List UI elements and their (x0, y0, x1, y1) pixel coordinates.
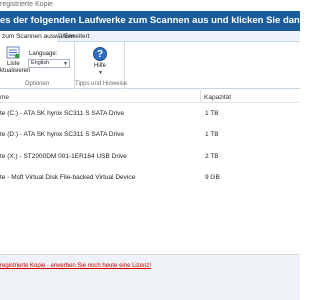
chevron-down-icon: ▼ (98, 70, 103, 76)
language-select[interactable]: English ▼ (28, 59, 70, 68)
column-header-name[interactable]: me (0, 94, 9, 101)
ribbon-panel: Liste ktualisieren Language: English ▼ O… (0, 42, 300, 89)
table-header: me Kapazität (0, 90, 300, 103)
help-label: Hilfe (94, 63, 107, 69)
refresh-list-button[interactable]: Liste ktualisieren (0, 46, 30, 80)
options-group: Liste ktualisieren Language: English ▼ O… (0, 42, 75, 89)
language-label: Language: (29, 51, 58, 57)
footer-bar: registrierte Kopie - erwerben Sie noch h… (0, 255, 300, 300)
drive-capacity: 1 TB (205, 131, 219, 138)
drive-table: me Kapazität te (C:) - ATA SK hynix SC31… (0, 90, 300, 254)
drive-name: te (C:) - ATA SK hynix SC311 S SATA Driv… (0, 110, 125, 117)
drive-name: te (D:) - ATA SK hynix SC311 S SATA Driv… (0, 131, 125, 138)
drive-capacity: 2 TB (205, 153, 219, 160)
window-title: registrierte Kopie (0, 1, 53, 8)
title-bar: registrierte Kopie (0, 0, 300, 11)
table-row[interactable]: te (X:) - ST2000DM 001-1ER164 USB Drive … (0, 147, 300, 167)
drive-capacity: 1 TB (205, 110, 219, 117)
app-window: registrierte Kopie es der folgenden Lauf… (0, 0, 300, 300)
tab-select-to-scan[interactable]: zum Scannen auswählen (0, 31, 75, 42)
refresh-list-label-line1: Liste (7, 61, 20, 67)
drive-name: te (X:) - ST2000DM 001-1ER164 USB Drive (0, 153, 127, 160)
tab-advanced[interactable]: Erweitert (64, 31, 90, 42)
table-row[interactable]: te - Msft Virtual Disk File-backed Virtu… (0, 168, 300, 188)
refresh-list-label-line2: ktualisieren (0, 68, 31, 74)
column-separator (200, 90, 201, 103)
help-button[interactable]: ? Hilfe ▼ (89, 47, 111, 79)
table-row[interactable]: te (D:) - ATA SK hynix SC311 S SATA Driv… (0, 125, 300, 145)
language-select-value: English (31, 60, 50, 66)
drive-name: te - Msft Virtual Disk File-backed Virtu… (0, 174, 136, 181)
column-header-capacity[interactable]: Kapazität (204, 94, 231, 101)
drive-capacity: 9 GB (205, 174, 220, 181)
table-row[interactable]: te (C:) - ATA SK hynix SC311 S SATA Driv… (0, 104, 300, 124)
banner-text: es der folgenden Laufwerke zum Scannen a… (0, 15, 300, 26)
help-icon: ? (93, 47, 107, 61)
chevron-down-icon: ▼ (63, 61, 68, 67)
buy-license-link[interactable]: registrierte Kopie - erwerben Sie noch h… (0, 263, 151, 269)
options-group-label: Optionen (24, 81, 50, 87)
tips-group: ? Hilfe ▼ Tipps und Hinweise (75, 42, 128, 89)
ribbon-tab-bar: zum Scannen auswählen Erweitert (0, 31, 300, 42)
list-refresh-icon (6, 46, 20, 59)
instruction-banner: es der folgenden Laufwerke zum Scannen a… (0, 11, 300, 31)
tips-group-label: Tipps und Hinweise (75, 81, 128, 87)
